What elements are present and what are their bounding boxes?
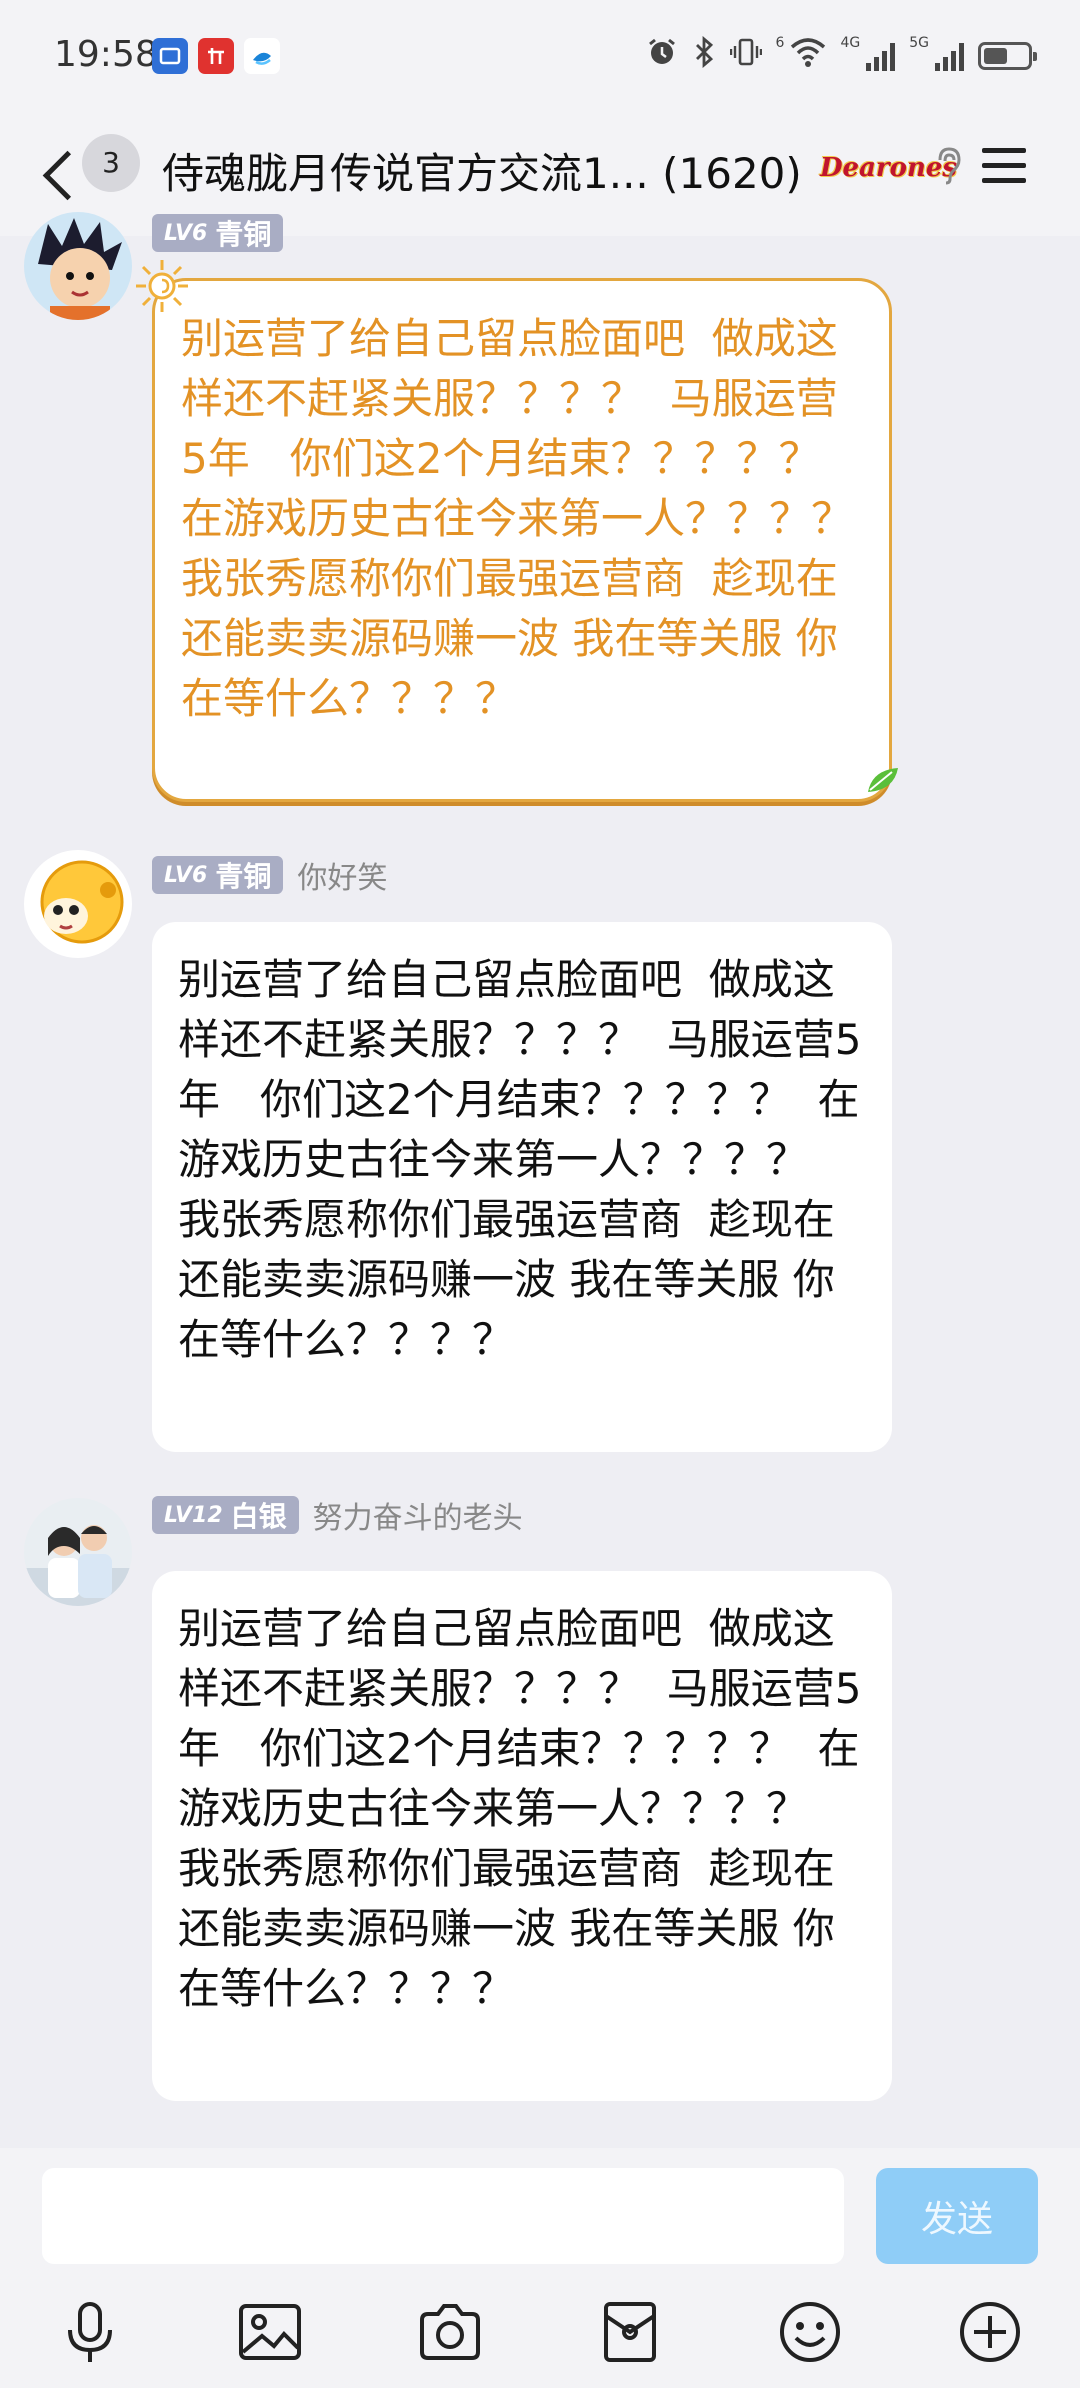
status-time: 19:58 <box>54 34 158 75</box>
message-meta: LV6 青铜 <box>152 212 284 252</box>
message-bubble[interactable]: 别运营了给自己留点脸面吧 做成这样还不赶紧关服？？？？ 马服运营5年 你们这2个… <box>152 278 892 802</box>
alarm-icon <box>646 36 678 76</box>
cell-signal-icon <box>866 41 896 71</box>
back-button[interactable] <box>36 144 82 206</box>
rank-label: 青铜 <box>215 218 272 251</box>
message-input[interactable] <box>42 2168 844 2264</box>
avatar[interactable] <box>24 1498 132 1606</box>
input-toolbar <box>0 2286 1080 2376</box>
chat-title[interactable]: 侍魂胧月传说官方交流1... (1620) <box>162 140 802 201</box>
status-bar: 19:58 6 4G 5G <box>0 0 1080 118</box>
avatar[interactable] <box>24 850 132 958</box>
level-label: LV6 <box>164 862 208 888</box>
battery-icon <box>978 42 1037 70</box>
wifi-generation-label: 6 <box>775 35 785 51</box>
leaf-decoration-icon <box>866 766 900 796</box>
level-label: LV6 <box>164 220 208 246</box>
message-bubble[interactable]: 别运营了给自己留点脸面吧 做成这样还不赶紧关服？？？？ 马服运营5年 你们这2个… <box>152 922 892 1452</box>
menu-icon[interactable] <box>982 148 1026 184</box>
brand-logo: Dearones <box>820 153 958 183</box>
message-meta: LV12 白银 努力奋斗的老头 <box>152 1493 523 1537</box>
level-label: LV12 <box>164 1502 223 1528</box>
message-meta: LV6 青铜 你好笑 <box>152 853 387 897</box>
vibrate-icon <box>729 36 762 76</box>
rank-label: 白银 <box>230 1500 287 1533</box>
battery-level <box>984 48 1007 64</box>
cell-signal-icon-2 <box>935 41 964 71</box>
unread-count-badge[interactable]: 3 <box>82 134 140 192</box>
composer-area: 发送 <box>0 2148 1080 2388</box>
earpiece-icon[interactable] <box>934 146 964 194</box>
rank-label: 青铜 <box>215 860 272 893</box>
image-icon[interactable] <box>238 2300 302 2364</box>
microphone-icon[interactable] <box>58 2300 122 2364</box>
cell-network-label-2: 5G <box>909 35 929 51</box>
message-bubble[interactable]: 别运营了给自己留点脸面吧 做成这样还不赶紧关服？？？？ 马服运营5年 你们这2个… <box>152 1571 892 2101</box>
taobao-icon <box>198 38 234 74</box>
nickname[interactable]: 你好笑 <box>297 853 387 897</box>
avatar[interactable] <box>24 212 132 320</box>
send-button[interactable]: 发送 <box>876 2168 1038 2264</box>
emoji-icon[interactable] <box>778 2300 842 2364</box>
cell-network-label: 4G <box>840 35 861 51</box>
bluetooth-icon <box>692 35 716 76</box>
status-app-icons <box>152 38 280 74</box>
level-badge: LV6 青铜 <box>152 856 284 894</box>
red-packet-icon[interactable] <box>598 2300 662 2364</box>
level-badge: LV12 白银 <box>152 1496 299 1534</box>
app-badge-icon <box>152 38 188 74</box>
nickname[interactable]: 努力奋斗的老头 <box>313 1493 523 1537</box>
wifi-icon <box>790 37 826 75</box>
plus-icon[interactable] <box>958 2300 1022 2364</box>
status-indicators: 6 4G 5G <box>646 35 1037 76</box>
level-badge: LV6 青铜 <box>152 214 284 252</box>
camera-icon[interactable] <box>418 2300 482 2364</box>
sun-decoration-icon <box>134 258 190 314</box>
cloud-app-icon <box>244 38 280 74</box>
